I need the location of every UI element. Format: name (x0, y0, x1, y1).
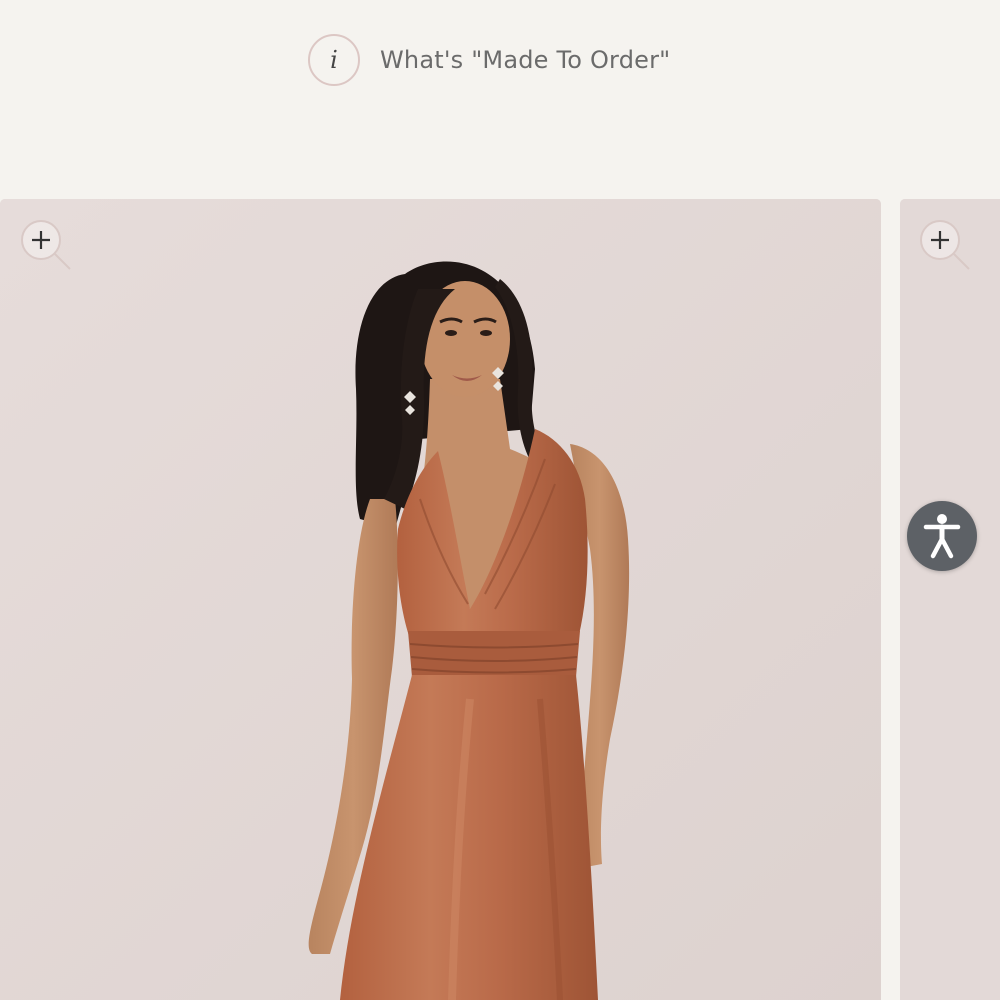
gallery-slide-next[interactable] (900, 199, 1000, 1000)
gallery-slide-main[interactable] (0, 199, 881, 1000)
zoom-in-button[interactable] (20, 219, 72, 271)
product-photo (0, 199, 881, 1000)
accessibility-button[interactable] (907, 501, 977, 571)
product-page: i What's "Made To Order" (0, 0, 1000, 1000)
zoom-in-icon (920, 220, 970, 270)
zoom-in-button-next[interactable] (919, 219, 971, 271)
truncated-text-line (0, 0, 1000, 4)
product-image-gallery[interactable] (0, 199, 1000, 1000)
made-to-order-label: What's "Made To Order" (380, 46, 671, 74)
product-photo-next (900, 199, 1000, 1000)
zoom-in-icon (21, 220, 71, 270)
gallery-gap (881, 199, 900, 1000)
accessibility-icon (923, 514, 961, 559)
made-to-order-info-link[interactable]: i What's "Made To Order" (308, 32, 670, 88)
info-icon: i (308, 34, 360, 86)
